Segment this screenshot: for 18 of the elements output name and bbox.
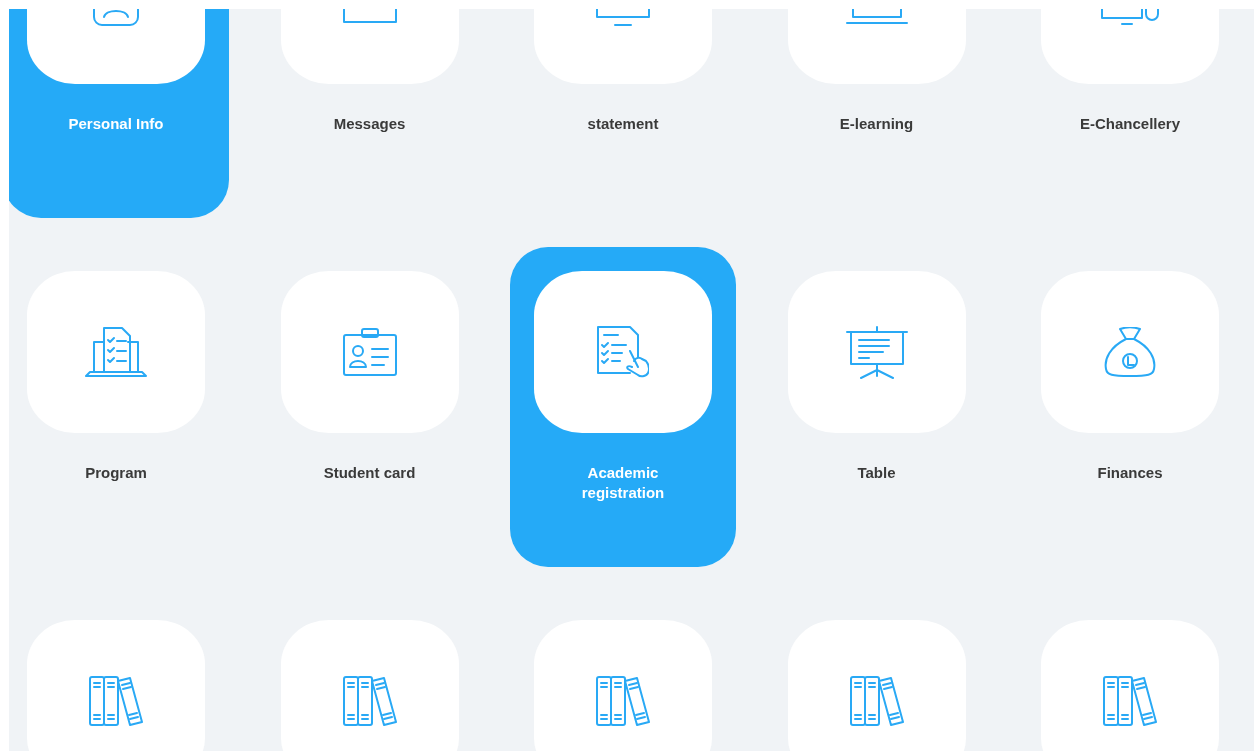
menu-tile[interactable]: Messages <box>256 9 483 218</box>
menu-tile[interactable]: statement <box>510 9 736 218</box>
checklist-hand-icon <box>597 326 649 378</box>
laptop-checklist-icon <box>85 327 147 377</box>
books-icon <box>596 676 650 726</box>
menu-tile[interactable]: Program <box>9 247 229 567</box>
books-icon <box>342 676 397 726</box>
menu-tile[interactable]: Student card <box>256 247 483 567</box>
presentation-board-icon <box>845 325 908 379</box>
menu-tile[interactable]: Table <box>763 247 990 567</box>
books-icon <box>849 676 904 726</box>
money-bag-icon <box>1104 327 1156 377</box>
menu-tile[interactable]: E-learning <box>763 9 990 218</box>
books-icon <box>1103 676 1157 726</box>
menu-tile[interactable]: Finances <box>1017 247 1243 567</box>
menu-tile[interactable]: E-Chancellery <box>1017 9 1243 218</box>
id-card-icon <box>342 328 397 376</box>
books-icon <box>89 676 143 726</box>
